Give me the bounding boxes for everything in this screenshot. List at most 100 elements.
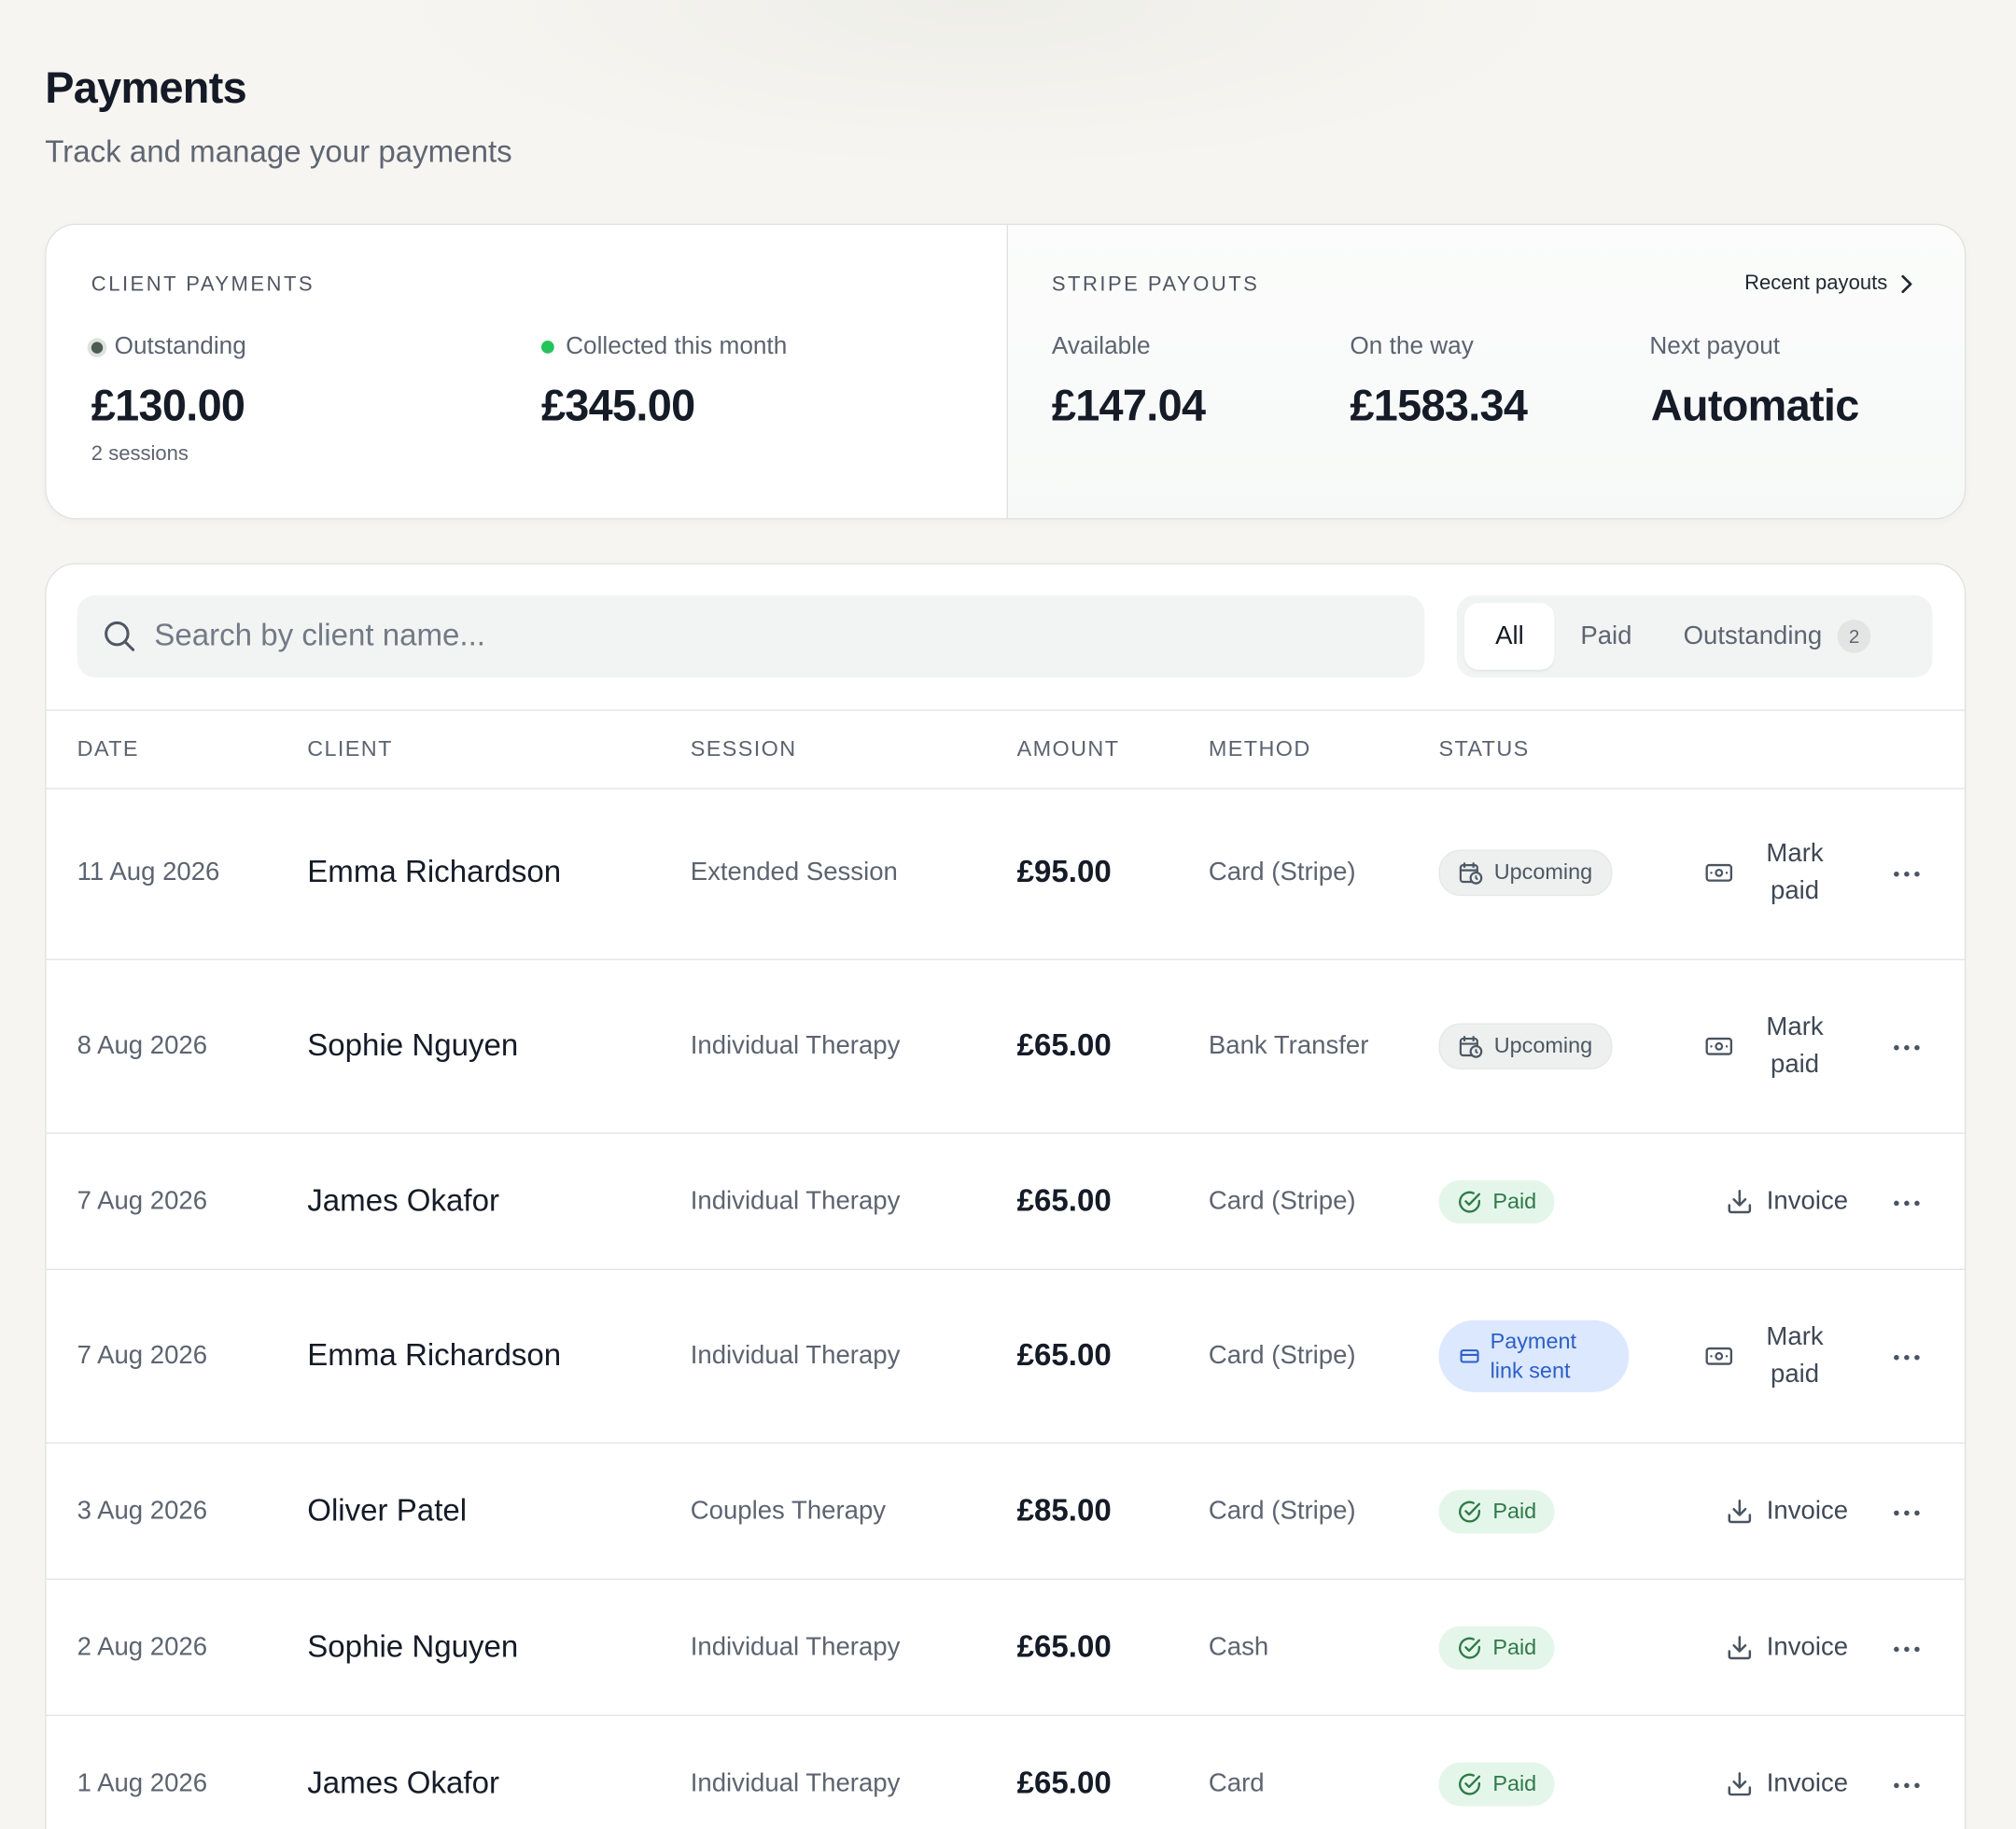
more-options-button[interactable] bbox=[1893, 1035, 1921, 1058]
download-icon bbox=[1728, 1190, 1752, 1214]
more-options-button[interactable] bbox=[1893, 1190, 1921, 1213]
row-client: Sophie Nguyen bbox=[307, 1028, 519, 1064]
row-amount: £85.00 bbox=[1016, 1493, 1112, 1529]
recent-payouts-link[interactable]: Recent payouts bbox=[1744, 272, 1913, 296]
search-bar[interactable] bbox=[77, 594, 1425, 677]
more-horizontal-icon bbox=[1894, 1781, 1920, 1788]
row-client: Oliver Patel bbox=[307, 1493, 468, 1529]
status-label: Paid bbox=[1492, 1188, 1537, 1213]
mark-paid-button[interactable]: Mark paid bbox=[1705, 1009, 1859, 1083]
table-row[interactable]: 11 Aug 2026 Emma Richardson Extended Ses… bbox=[46, 787, 1965, 961]
row-client: Sophie Nguyen bbox=[307, 1629, 519, 1665]
column-session: SESSION bbox=[690, 736, 797, 761]
more-horizontal-icon bbox=[1894, 871, 1920, 877]
available-label: Available bbox=[1051, 332, 1151, 360]
row-date: 1 Aug 2026 bbox=[77, 1768, 208, 1797]
outstanding-value: £130.00 bbox=[91, 382, 245, 431]
table-row[interactable]: 1 Aug 2026 James Okafor Individual Thera… bbox=[47, 1716, 1965, 1829]
more-options-button[interactable] bbox=[1893, 861, 1921, 885]
status-filter-group: All Paid Outstanding 2 bbox=[1456, 594, 1933, 677]
payments-table-card: All Paid Outstanding 2 DATE CLIENT SESSI… bbox=[45, 563, 1967, 1829]
filter-all[interactable]: All bbox=[1464, 603, 1555, 670]
download-icon bbox=[1728, 1500, 1752, 1524]
mark-paid-action[interactable]: Mark paid bbox=[1705, 1319, 1834, 1393]
banknote-icon bbox=[1705, 863, 1733, 882]
row-client: Emma Richardson bbox=[307, 1338, 562, 1374]
invoice-action[interactable]: Invoice bbox=[1726, 1186, 1848, 1216]
status-label: Upcoming bbox=[1493, 1033, 1593, 1058]
column-date: DATE bbox=[77, 736, 139, 761]
table-row[interactable]: 8 Aug 2026 Sophie Nguyen Individual Ther… bbox=[46, 960, 1965, 1134]
download-icon bbox=[1728, 1772, 1752, 1796]
calendar-clock-icon bbox=[1459, 1036, 1483, 1058]
table-row[interactable]: 7 Aug 2026 James Okafor Individual Thera… bbox=[46, 1134, 1965, 1271]
status-badge: Paid bbox=[1438, 1625, 1555, 1669]
more-options-button[interactable] bbox=[1893, 1772, 1921, 1795]
check-circle-icon bbox=[1459, 1636, 1481, 1658]
status-cell: Upcoming bbox=[1438, 849, 1612, 897]
check-circle-icon bbox=[1459, 1190, 1481, 1212]
status-badge: Paid bbox=[1438, 1179, 1555, 1223]
check-circle-icon bbox=[1459, 1500, 1481, 1522]
table-row[interactable]: 7 Aug 2026 Emma Richardson Individual Th… bbox=[46, 1270, 1965, 1444]
check-circle-icon bbox=[1459, 1772, 1481, 1794]
invoice-label: Invoice bbox=[1766, 1768, 1849, 1797]
column-amount: AMOUNT bbox=[1016, 736, 1120, 761]
mark-paid-button[interactable]: Mark paid bbox=[1705, 1319, 1859, 1393]
row-amount: £65.00 bbox=[1016, 1766, 1112, 1801]
credit-card-icon bbox=[1460, 1349, 1479, 1363]
more-options-button[interactable] bbox=[1893, 1500, 1921, 1523]
table-row[interactable]: 2 Aug 2026 Sophie Nguyen Individual Ther… bbox=[46, 1580, 1965, 1717]
more-horizontal-icon bbox=[1894, 1044, 1920, 1051]
table-row[interactable]: 3 Aug 2026 Oliver Patel Couples Therapy … bbox=[46, 1444, 1965, 1581]
row-amount: £95.00 bbox=[1016, 855, 1112, 890]
outstanding-label-wrap: Outstanding bbox=[91, 333, 246, 361]
mark-paid-button[interactable]: Mark paid bbox=[1705, 835, 1859, 910]
collected-dot-icon bbox=[540, 341, 554, 354]
invoice-action[interactable]: Invoice bbox=[1726, 1632, 1848, 1662]
column-client: CLIENT bbox=[307, 736, 393, 761]
row-method: Card (Stripe) bbox=[1208, 1496, 1356, 1525]
collected-label-wrap: Collected this month bbox=[540, 333, 787, 361]
status-cell: Paid bbox=[1438, 1179, 1555, 1223]
invoice-button[interactable]: Invoice bbox=[1705, 1769, 1859, 1799]
available-value: £147.04 bbox=[1051, 382, 1206, 431]
outstanding-sessions: 2 sessions bbox=[91, 443, 189, 466]
invoice-action[interactable]: Invoice bbox=[1726, 1769, 1848, 1799]
status-badge: Payment link sent bbox=[1438, 1319, 1630, 1392]
status-label: Upcoming bbox=[1493, 859, 1593, 885]
more-options-button[interactable] bbox=[1893, 1636, 1921, 1659]
mark-paid-action[interactable]: Mark paid bbox=[1705, 835, 1834, 910]
recent-payouts-label: Recent payouts bbox=[1744, 272, 1888, 295]
search-input[interactable] bbox=[151, 617, 1314, 656]
status-cell: Paid bbox=[1438, 1625, 1555, 1669]
client-payments-label: CLIENT PAYMENTS bbox=[91, 273, 315, 296]
status-label: Paid bbox=[1492, 1634, 1537, 1659]
mark-paid-action[interactable]: Mark paid bbox=[1705, 1009, 1834, 1083]
status-badge: Paid bbox=[1438, 1761, 1555, 1806]
row-method: Bank Transfer bbox=[1208, 1031, 1369, 1060]
banknote-icon bbox=[1705, 1037, 1733, 1055]
on-way-label: On the way bbox=[1350, 332, 1474, 360]
row-date: 7 Aug 2026 bbox=[77, 1186, 208, 1215]
search-icon bbox=[105, 621, 135, 651]
more-horizontal-icon bbox=[1894, 1645, 1920, 1652]
filter-outstanding-label: Outstanding bbox=[1683, 621, 1823, 650]
invoice-button[interactable]: Invoice bbox=[1705, 1632, 1859, 1662]
invoice-label: Invoice bbox=[1766, 1186, 1849, 1215]
next-payout-label: Next payout bbox=[1649, 332, 1781, 360]
status-cell: Payment link sent bbox=[1438, 1319, 1630, 1392]
row-method: Card bbox=[1208, 1768, 1265, 1797]
outstanding-dot-icon bbox=[91, 341, 104, 354]
filter-paid[interactable]: Paid bbox=[1555, 603, 1658, 670]
filter-outstanding[interactable]: Outstanding 2 bbox=[1658, 603, 1897, 670]
page-subtitle: Track and manage your payments bbox=[45, 134, 512, 170]
invoice-action[interactable]: Invoice bbox=[1726, 1496, 1848, 1526]
status-badge: Upcoming bbox=[1438, 1023, 1612, 1070]
outstanding-count-badge: 2 bbox=[1837, 619, 1871, 653]
invoice-button[interactable]: Invoice bbox=[1705, 1186, 1859, 1216]
row-date: 7 Aug 2026 bbox=[77, 1341, 208, 1370]
summary-card: CLIENT PAYMENTS Outstanding £130.00 2 se… bbox=[45, 223, 1967, 520]
more-options-button[interactable] bbox=[1893, 1345, 1921, 1368]
invoice-button[interactable]: Invoice bbox=[1705, 1496, 1859, 1526]
